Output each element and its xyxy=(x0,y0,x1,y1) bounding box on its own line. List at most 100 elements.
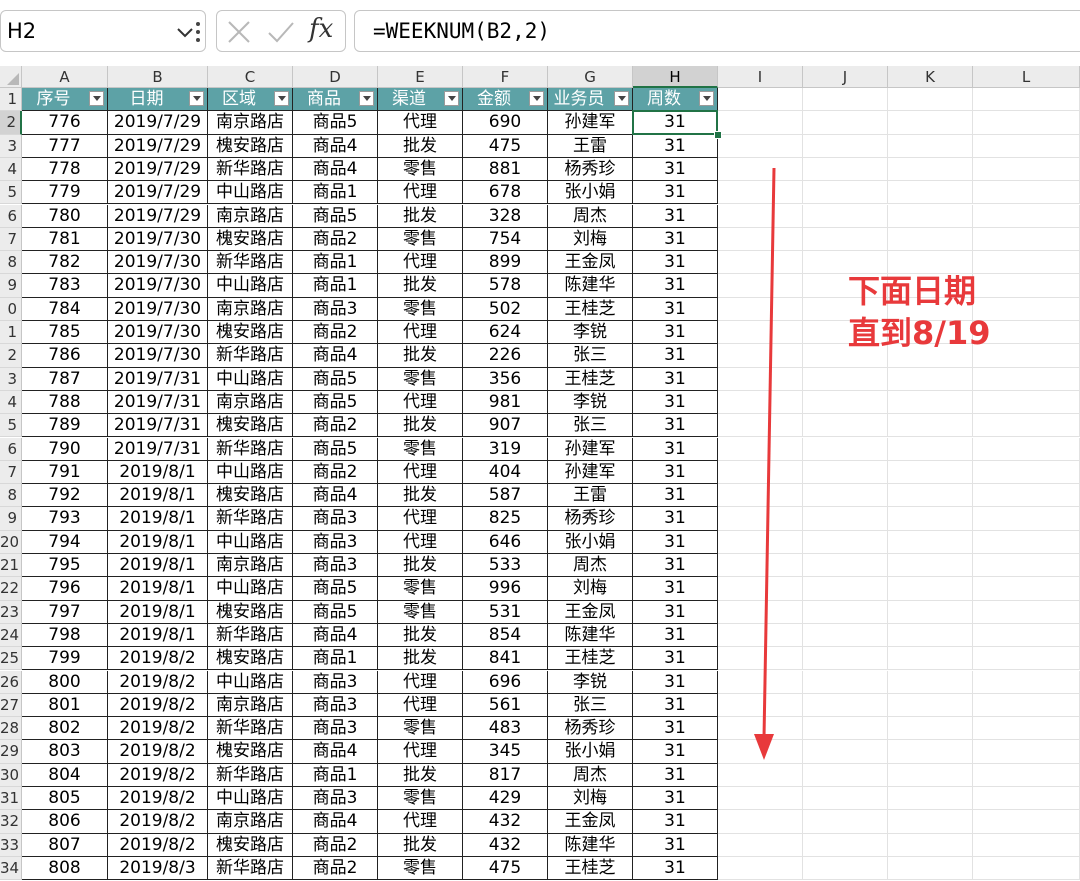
table-cell[interactable]: 2019/8/2 xyxy=(108,693,208,718)
filter-dropdown-icon[interactable] xyxy=(89,91,104,106)
empty-cell[interactable] xyxy=(803,181,888,205)
empty-cell[interactable] xyxy=(803,414,888,438)
table-cell[interactable]: 31 xyxy=(633,321,718,345)
empty-cell[interactable] xyxy=(973,204,1080,228)
column-header-b[interactable]: B xyxy=(108,66,208,88)
table-cell[interactable]: 新华路店 xyxy=(208,623,293,648)
table-cell[interactable]: 624 xyxy=(463,321,548,345)
table-cell[interactable]: 张三 xyxy=(548,693,633,718)
table-cell[interactable]: 周杰 xyxy=(548,554,633,578)
filter-dropdown-icon[interactable] xyxy=(614,91,629,106)
table-cell[interactable]: 代理 xyxy=(378,530,463,554)
table-cell[interactable]: 31 xyxy=(633,787,718,811)
row-header[interactable]: 1 xyxy=(0,88,22,112)
table-cell[interactable]: 345 xyxy=(463,740,548,764)
table-cell[interactable]: 商品5 xyxy=(293,600,378,624)
table-cell[interactable]: 周杰 xyxy=(548,763,633,787)
table-cell[interactable]: 新华路店 xyxy=(208,344,293,368)
table-cell[interactable]: 零售 xyxy=(378,437,463,461)
row-header[interactable]: 30 xyxy=(0,763,22,787)
empty-cell[interactable] xyxy=(888,623,973,648)
table-cell[interactable]: 南京路店 xyxy=(208,554,293,578)
table-cell[interactable]: 791 xyxy=(22,460,108,485)
empty-cell[interactable] xyxy=(803,623,888,648)
table-cell[interactable]: 776 xyxy=(22,111,108,135)
table-cell[interactable]: 陈建华 xyxy=(548,274,633,298)
table-cell[interactable]: 31 xyxy=(633,530,718,554)
table-cell[interactable]: 槐安路店 xyxy=(208,600,293,624)
table-cell[interactable]: 31 xyxy=(633,670,718,694)
table-cell[interactable]: 2019/8/1 xyxy=(108,484,208,508)
table-cell[interactable]: 794 xyxy=(22,530,108,554)
empty-cell[interactable] xyxy=(803,600,888,624)
row-header[interactable]: 2 xyxy=(0,111,22,135)
table-cell[interactable]: 商品2 xyxy=(293,460,378,485)
table-cell[interactable]: 中山路店 xyxy=(208,530,293,554)
empty-cell[interactable] xyxy=(803,134,888,158)
table-cell[interactable]: 31 xyxy=(633,251,718,275)
table-cell[interactable]: 零售 xyxy=(378,227,463,252)
table-cell[interactable]: 代理 xyxy=(378,507,463,531)
table-cell[interactable]: 南京路店 xyxy=(208,693,293,718)
table-cell[interactable]: 432 xyxy=(463,833,548,857)
table-cell[interactable]: 31 xyxy=(633,157,718,182)
table-cell[interactable]: 王桂芝 xyxy=(548,647,633,671)
row-header[interactable]: 5 xyxy=(0,181,22,205)
empty-cell[interactable] xyxy=(888,763,973,787)
table-cell[interactable]: 356 xyxy=(463,367,548,391)
table-cell[interactable]: 批发 xyxy=(378,554,463,578)
table-cell[interactable]: 475 xyxy=(463,856,548,881)
table-cell[interactable]: 代理 xyxy=(378,693,463,718)
table-cell[interactable]: 2019/8/1 xyxy=(108,600,208,624)
table-cell[interactable]: 226 xyxy=(463,344,548,368)
table-cell[interactable]: 31 xyxy=(633,274,718,298)
table-cell[interactable]: 31 xyxy=(633,554,718,578)
table-cell[interactable]: 商品3 xyxy=(293,530,378,554)
table-cell[interactable]: 代理 xyxy=(378,181,463,205)
table-cell[interactable]: 797 xyxy=(22,600,108,624)
table-cell[interactable]: 槐安路店 xyxy=(208,134,293,158)
row-header[interactable]: 33 xyxy=(0,833,22,857)
row-header[interactable]: 31 xyxy=(0,787,22,811)
table-cell[interactable]: 2019/8/2 xyxy=(108,740,208,764)
empty-cell[interactable] xyxy=(888,157,973,182)
table-cell[interactable]: 2019/8/2 xyxy=(108,810,208,834)
empty-cell[interactable] xyxy=(888,507,973,531)
empty-cell[interactable] xyxy=(803,833,888,857)
row-header[interactable]: 22 xyxy=(0,577,22,601)
table-cell[interactable]: 31 xyxy=(633,507,718,531)
table-cell[interactable]: 李锐 xyxy=(548,321,633,345)
table-cell[interactable]: 854 xyxy=(463,623,548,648)
table-cell[interactable]: 商品5 xyxy=(293,437,378,461)
empty-cell[interactable] xyxy=(973,740,1080,764)
table-cell[interactable]: 代理 xyxy=(378,460,463,485)
table-cell[interactable]: 商品3 xyxy=(293,507,378,531)
table-cell[interactable]: 批发 xyxy=(378,134,463,158)
table-cell[interactable]: 31 xyxy=(633,647,718,671)
table-cell[interactable]: 696 xyxy=(463,670,548,694)
row-header[interactable]: 4 xyxy=(0,390,22,415)
table-cell[interactable]: 新华路店 xyxy=(208,157,293,182)
table-cell[interactable]: 零售 xyxy=(378,787,463,811)
table-cell[interactable]: 零售 xyxy=(378,297,463,321)
table-cell[interactable]: 张小娟 xyxy=(548,181,633,205)
table-cell[interactable]: 31 xyxy=(633,484,718,508)
fill-handle[interactable] xyxy=(714,130,722,139)
empty-cell[interactable] xyxy=(803,856,888,881)
table-header-cell[interactable]: 业务员 xyxy=(548,88,633,112)
table-cell[interactable]: 502 xyxy=(463,297,548,321)
table-cell[interactable]: 31 xyxy=(633,717,718,741)
table-cell[interactable]: 商品1 xyxy=(293,181,378,205)
table-cell[interactable]: 690 xyxy=(463,111,548,135)
table-cell[interactable]: 代理 xyxy=(378,321,463,345)
empty-cell[interactable] xyxy=(888,204,973,228)
empty-cell[interactable] xyxy=(803,693,888,718)
filter-dropdown-icon[interactable] xyxy=(189,91,204,106)
table-cell[interactable]: 907 xyxy=(463,414,548,438)
table-cell[interactable]: 31 xyxy=(633,134,718,158)
table-cell[interactable]: 793 xyxy=(22,507,108,531)
table-cell[interactable]: 零售 xyxy=(378,577,463,601)
table-cell[interactable]: 王金凤 xyxy=(548,600,633,624)
table-cell[interactable]: 841 xyxy=(463,647,548,671)
table-cell[interactable]: 商品2 xyxy=(293,321,378,345)
